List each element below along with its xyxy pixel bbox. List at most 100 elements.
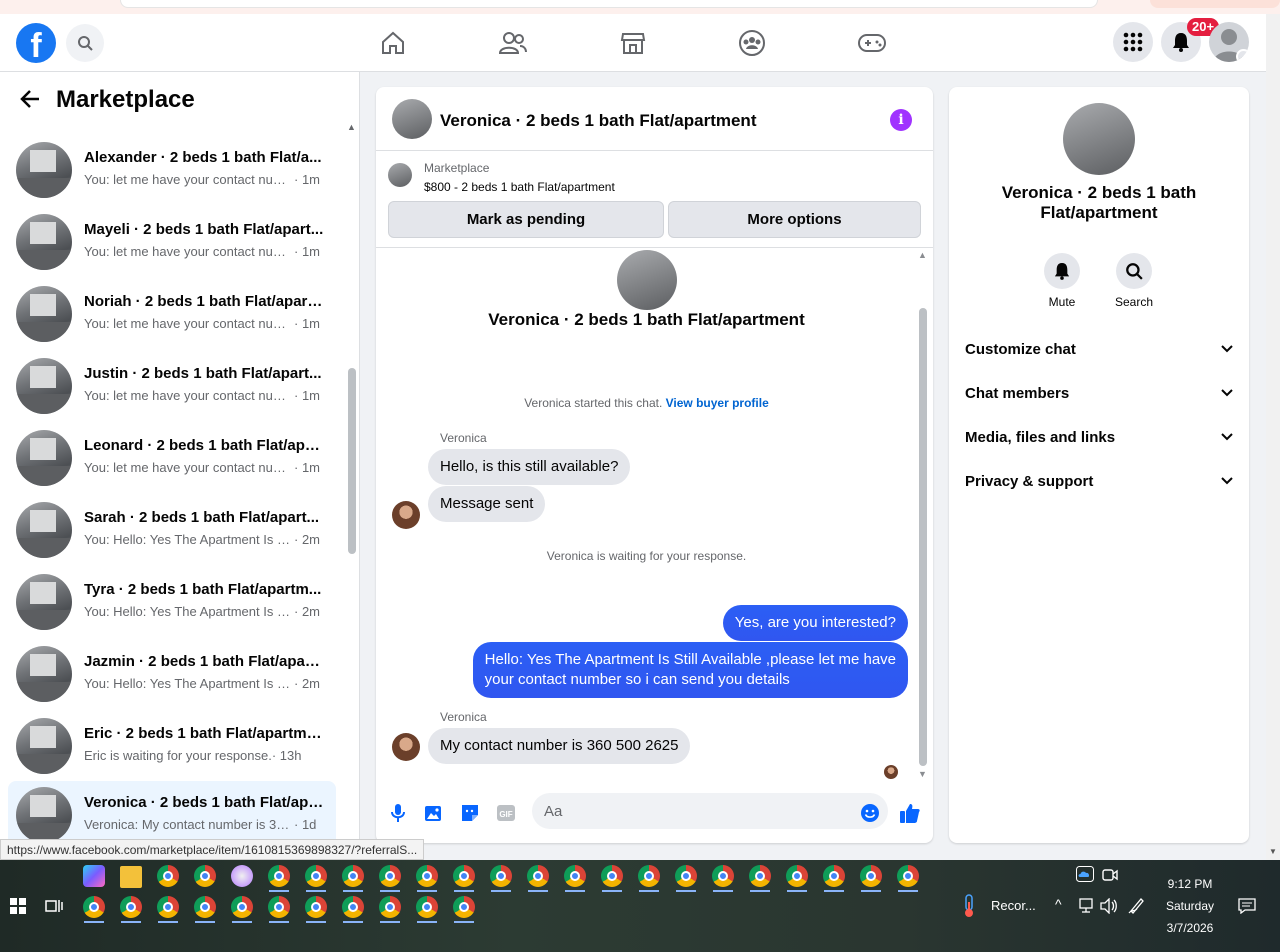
- sender-avatar[interactable]: [392, 501, 420, 529]
- sticker-button[interactable]: [458, 801, 482, 825]
- chrome-app-icon[interactable]: [379, 896, 401, 918]
- chrome-app-icon[interactable]: [601, 865, 623, 887]
- page-scrollbar[interactable]: ▼: [1266, 14, 1280, 860]
- menu-button[interactable]: [1113, 22, 1153, 62]
- conversation-item[interactable]: Sarah · 2 beds 1 bath Flat/apart... You:…: [8, 496, 336, 564]
- network-icon[interactable]: [1078, 898, 1096, 914]
- onedrive-cloud-icon[interactable]: [1076, 866, 1094, 882]
- chrome-app-icon[interactable]: [157, 896, 179, 918]
- send-like-button[interactable]: [898, 801, 922, 825]
- chrome-app-icon[interactable]: [268, 896, 290, 918]
- paint-app-icon[interactable]: [231, 865, 253, 887]
- conversation-item[interactable]: Mayeli · 2 beds 1 bath Flat/apart... You…: [8, 208, 336, 276]
- chrome-app-icon[interactable]: [675, 865, 697, 887]
- attach-photo-button[interactable]: [422, 801, 446, 825]
- file-explorer-icon[interactable]: [120, 866, 142, 888]
- meet-now-icon[interactable]: [1102, 868, 1118, 882]
- chat-scrollbar[interactable]: [919, 308, 927, 766]
- message-input[interactable]: [532, 793, 888, 829]
- clock-day[interactable]: Saturday: [1160, 899, 1220, 913]
- chat-listing-thumbnail[interactable]: [392, 99, 432, 139]
- clock-time[interactable]: 9:12 PM: [1160, 877, 1220, 891]
- conversation-item[interactable]: Noriah · 2 beds 1 bath Flat/apart... You…: [8, 280, 336, 348]
- conversation-item[interactable]: Tyra · 2 beds 1 bath Flat/apartm... You:…: [8, 568, 336, 636]
- back-button[interactable]: [20, 90, 40, 113]
- volume-icon[interactable]: [1100, 898, 1118, 914]
- conversation-item[interactable]: Leonard · 2 beds 1 bath Flat/apa... You:…: [8, 424, 336, 492]
- chrome-app-icon[interactable]: [305, 865, 327, 887]
- address-bar-edge[interactable]: [120, 0, 1098, 8]
- chrome-app-icon[interactable]: [120, 896, 142, 918]
- incoming-message[interactable]: My contact number is 360 500 2625: [428, 728, 691, 764]
- chat-members-row[interactable]: Chat members: [965, 378, 1233, 408]
- scroll-up-arrow[interactable]: ▲: [918, 250, 927, 260]
- outgoing-message[interactable]: Hello: Yes The Apartment Is Still Availa…: [472, 642, 908, 698]
- chrome-app-icon[interactable]: [194, 865, 216, 887]
- outgoing-message[interactable]: Yes, are you interested?: [722, 605, 908, 641]
- incoming-message[interactable]: Message sent: [428, 486, 546, 522]
- chrome-app-icon[interactable]: [83, 896, 105, 918]
- clock-date[interactable]: 3/7/2026: [1160, 921, 1220, 935]
- privacy-support-row[interactable]: Privacy & support: [965, 466, 1233, 496]
- chrome-app-icon[interactable]: [305, 896, 327, 918]
- scroll-down-arrow[interactable]: ▼: [918, 769, 927, 779]
- chrome-app-icon[interactable]: [823, 865, 845, 887]
- mark-as-pending-button[interactable]: Mark as pending: [388, 201, 664, 238]
- facebook-logo-icon[interactable]: f: [16, 23, 56, 63]
- groups-nav-button[interactable]: [737, 28, 767, 58]
- search-button[interactable]: [66, 24, 104, 62]
- conversation-item[interactable]: Jazmin · 2 beds 1 bath Flat/apart... You…: [8, 640, 336, 708]
- chrome-app-icon[interactable]: [712, 865, 734, 887]
- chrome-app-icon[interactable]: [342, 865, 364, 887]
- gaming-nav-button[interactable]: [857, 28, 887, 58]
- listing-price[interactable]: $800 - 2 beds 1 bath Flat/apartment: [424, 180, 615, 194]
- chrome-app-icon[interactable]: [231, 896, 253, 918]
- windows-start-icon[interactable]: [10, 898, 26, 914]
- chrome-app-icon[interactable]: [194, 896, 216, 918]
- chat-title[interactable]: Veronica · 2 beds 1 bath Flat/apartment: [440, 111, 756, 131]
- info-icon[interactable]: i: [890, 109, 912, 131]
- conversation-item[interactable]: Justin · 2 beds 1 bath Flat/apart... You…: [8, 352, 336, 420]
- show-hidden-icons-chevron-icon[interactable]: ^: [1055, 896, 1062, 912]
- chrome-app-icon[interactable]: [157, 865, 179, 887]
- sender-avatar[interactable]: [392, 733, 420, 761]
- browser-button-edge[interactable]: [1150, 0, 1280, 8]
- voice-clip-button[interactable]: [386, 801, 410, 825]
- chrome-app-icon[interactable]: [342, 896, 364, 918]
- scroll-down-arrow[interactable]: ▼: [1269, 847, 1277, 856]
- scroll-up-arrow[interactable]: ▲: [347, 122, 356, 132]
- copilot-app-icon[interactable]: [83, 865, 105, 887]
- chrome-app-icon[interactable]: [749, 865, 771, 887]
- chrome-app-icon[interactable]: [527, 865, 549, 887]
- chrome-app-icon[interactable]: [268, 865, 290, 887]
- view-buyer-profile-link[interactable]: View buyer profile: [666, 396, 769, 410]
- chrome-app-icon[interactable]: [786, 865, 808, 887]
- marketplace-nav-button[interactable]: [618, 28, 648, 58]
- chrome-app-icon[interactable]: [860, 865, 882, 887]
- thermometer-weather-icon[interactable]: [960, 894, 978, 918]
- recorder-widget[interactable]: Recor...: [991, 898, 1036, 913]
- pen-icon[interactable]: [1128, 896, 1146, 914]
- search-in-chat-action[interactable]: Search: [1104, 253, 1164, 309]
- task-view-icon[interactable]: [45, 898, 63, 914]
- chrome-app-icon[interactable]: [379, 865, 401, 887]
- chrome-app-icon[interactable]: [453, 865, 475, 887]
- gif-button[interactable]: GIF: [494, 801, 518, 825]
- chrome-app-icon[interactable]: [416, 865, 438, 887]
- mute-action[interactable]: Mute: [1032, 253, 1092, 309]
- account-avatar-button[interactable]: [1209, 22, 1249, 62]
- notification-center-icon[interactable]: [1238, 898, 1256, 914]
- chrome-app-icon[interactable]: [638, 865, 660, 887]
- customize-chat-row[interactable]: Customize chat: [965, 334, 1233, 364]
- conversation-item[interactable]: Eric · 2 beds 1 bath Flat/apartment Eric…: [8, 712, 336, 780]
- details-listing-thumbnail[interactable]: [1063, 103, 1135, 175]
- chrome-app-icon[interactable]: [453, 896, 475, 918]
- emoji-button[interactable]: [858, 801, 882, 825]
- friends-nav-button[interactable]: [498, 28, 528, 58]
- more-options-button[interactable]: More options: [668, 201, 921, 238]
- chrome-app-icon[interactable]: [416, 896, 438, 918]
- incoming-message[interactable]: Hello, is this still available?: [428, 449, 631, 485]
- chrome-app-icon[interactable]: [490, 865, 512, 887]
- home-nav-button[interactable]: [378, 28, 408, 58]
- chrome-app-icon[interactable]: [897, 865, 919, 887]
